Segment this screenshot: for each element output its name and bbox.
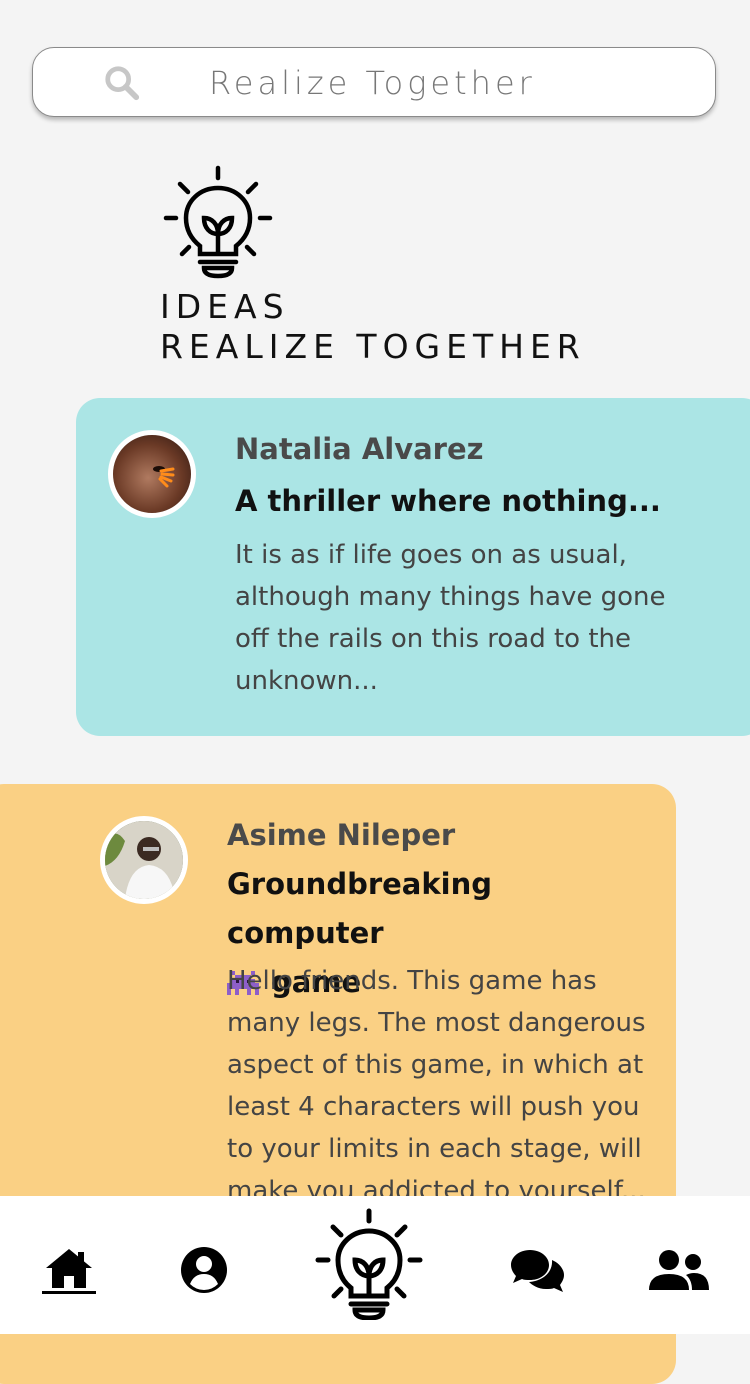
avatar[interactable] bbox=[100, 816, 188, 904]
avatar-photo bbox=[153, 466, 175, 488]
search-icon bbox=[105, 66, 140, 101]
brand-tagline: REALIZE TOGETHER bbox=[160, 327, 586, 366]
post-author[interactable]: Natalia Alvarez bbox=[235, 432, 484, 466]
groups-icon[interactable] bbox=[648, 1248, 710, 1292]
brand-title: IDEAS bbox=[160, 287, 290, 326]
avatar-photo bbox=[105, 821, 183, 899]
profile-icon[interactable] bbox=[180, 1246, 228, 1294]
active-indicator bbox=[42, 1291, 96, 1294]
bottom-nav bbox=[0, 1196, 750, 1334]
chat-icon[interactable] bbox=[510, 1248, 566, 1294]
search-placeholder[interactable]: Realize Together bbox=[209, 64, 536, 102]
post-author[interactable]: Asime Nileper bbox=[227, 818, 455, 852]
post-card[interactable]: Natalia Alvarez A thriller where nothing… bbox=[76, 398, 750, 736]
post-body: It is as if life goes on as usual, altho… bbox=[235, 540, 666, 696]
post-body: Hello friends. This game has many legs. … bbox=[227, 966, 646, 1206]
ideas-icon[interactable] bbox=[313, 1208, 425, 1320]
home-icon[interactable] bbox=[44, 1246, 94, 1290]
lightbulb-icon bbox=[163, 165, 273, 279]
post-title-text: Groundbreaking computer bbox=[227, 867, 493, 950]
avatar[interactable] bbox=[108, 430, 196, 518]
post-title[interactable]: A thriller where nothing... bbox=[235, 477, 661, 526]
search-bar[interactable]: Realize Together bbox=[32, 47, 716, 117]
